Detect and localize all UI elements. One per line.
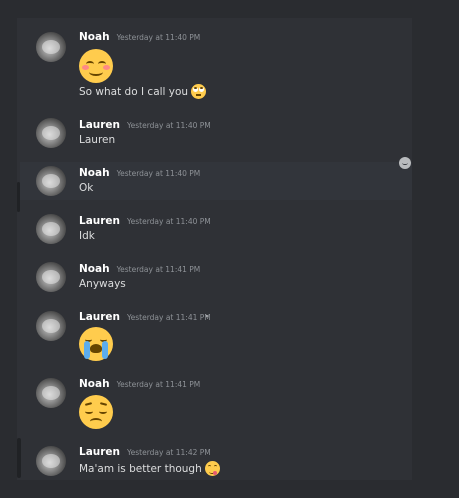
message-header: Noah Yesterday at 11:41 PM <box>79 263 200 275</box>
message-item[interactable]: Noah Yesterday at 11:40 PM So what do I … <box>20 26 412 108</box>
avatar[interactable] <box>36 311 66 341</box>
message-text: Ma'am is better though <box>79 462 202 475</box>
username[interactable]: Lauren <box>79 446 120 458</box>
message-item[interactable]: Lauren Yesterday at 11:40 PM Idk <box>20 210 412 250</box>
timestamp: Yesterday at 11:40 PM <box>127 121 211 130</box>
message-item[interactable]: Noah Yesterday at 11:41 PM <box>20 374 412 432</box>
avatar[interactable] <box>36 118 66 148</box>
username[interactable]: Lauren <box>79 215 120 227</box>
message-content: Idk <box>79 230 95 242</box>
message-item[interactable]: Lauren Yesterday at 11:40 PM Lauren <box>20 114 412 154</box>
message-content: So what do I call you <box>79 84 207 99</box>
username[interactable]: Lauren <box>79 119 120 131</box>
cursor-dot <box>206 315 208 317</box>
message-content: Ma'am is better though <box>79 461 220 476</box>
message-item[interactable]: Lauren Yesterday at 11:41 PM <box>20 306 412 364</box>
loudly-crying-face-icon <box>79 327 113 361</box>
message-header: Lauren Yesterday at 11:42 PM <box>79 446 211 458</box>
message-item[interactable]: Noah Yesterday at 11:41 PM Anyways <box>20 258 412 298</box>
timestamp: Yesterday at 11:41 PM <box>116 380 201 389</box>
message-item[interactable]: Noah Yesterday at 11:40 PM Ok <box>20 162 412 200</box>
avatar[interactable] <box>36 166 66 196</box>
message-text: So what do I call you <box>79 85 189 98</box>
timestamp: Yesterday at 11:40 PM <box>116 169 201 178</box>
timestamp: Yesterday at 11:40 PM <box>116 33 201 42</box>
message-header: Noah Yesterday at 11:40 PM <box>79 167 200 179</box>
message-content: Ok <box>79 182 94 194</box>
username[interactable]: Noah <box>79 378 110 390</box>
avatar[interactable] <box>36 446 66 476</box>
message-header: Lauren Yesterday at 11:40 PM <box>79 119 211 131</box>
avatar[interactable] <box>36 32 66 62</box>
timestamp: Yesterday at 11:40 PM <box>127 217 211 226</box>
message-content <box>79 395 113 429</box>
timestamp: Yesterday at 11:41 PM <box>116 265 201 274</box>
message-content <box>79 49 113 83</box>
message-content <box>79 327 113 361</box>
smiling-face-with-blush-icon <box>79 49 113 83</box>
timestamp: Yesterday at 11:41 PM <box>127 313 211 322</box>
username[interactable]: Noah <box>79 31 110 43</box>
message-header: Lauren Yesterday at 11:41 PM <box>79 311 211 323</box>
face-savoring-food-icon <box>204 461 220 476</box>
add-reaction-icon[interactable] <box>399 157 411 169</box>
window-right-border <box>412 0 459 498</box>
username[interactable]: Noah <box>79 263 110 275</box>
window-top-border <box>0 0 459 18</box>
avatar[interactable] <box>36 378 66 408</box>
avatar[interactable] <box>36 214 66 244</box>
message-header: Lauren Yesterday at 11:40 PM <box>79 215 211 227</box>
timestamp: Yesterday at 11:42 PM <box>127 448 211 457</box>
message-header: Noah Yesterday at 11:40 PM <box>79 31 200 43</box>
message-header: Noah Yesterday at 11:41 PM <box>79 378 200 390</box>
avatar[interactable] <box>36 262 66 292</box>
message-list: Noah Yesterday at 11:40 PM So what do I … <box>20 18 412 480</box>
window-left-border <box>0 0 17 498</box>
message-content: Anyways <box>79 278 126 290</box>
face-with-rolling-eyes-icon <box>191 84 207 99</box>
message-item[interactable]: Lauren Yesterday at 11:42 PM Ma'am is be… <box>20 442 412 480</box>
window-bottom-border <box>0 480 459 498</box>
pensive-face-icon <box>79 395 113 429</box>
username[interactable]: Noah <box>79 167 110 179</box>
message-content: Lauren <box>79 134 116 146</box>
username[interactable]: Lauren <box>79 311 120 323</box>
